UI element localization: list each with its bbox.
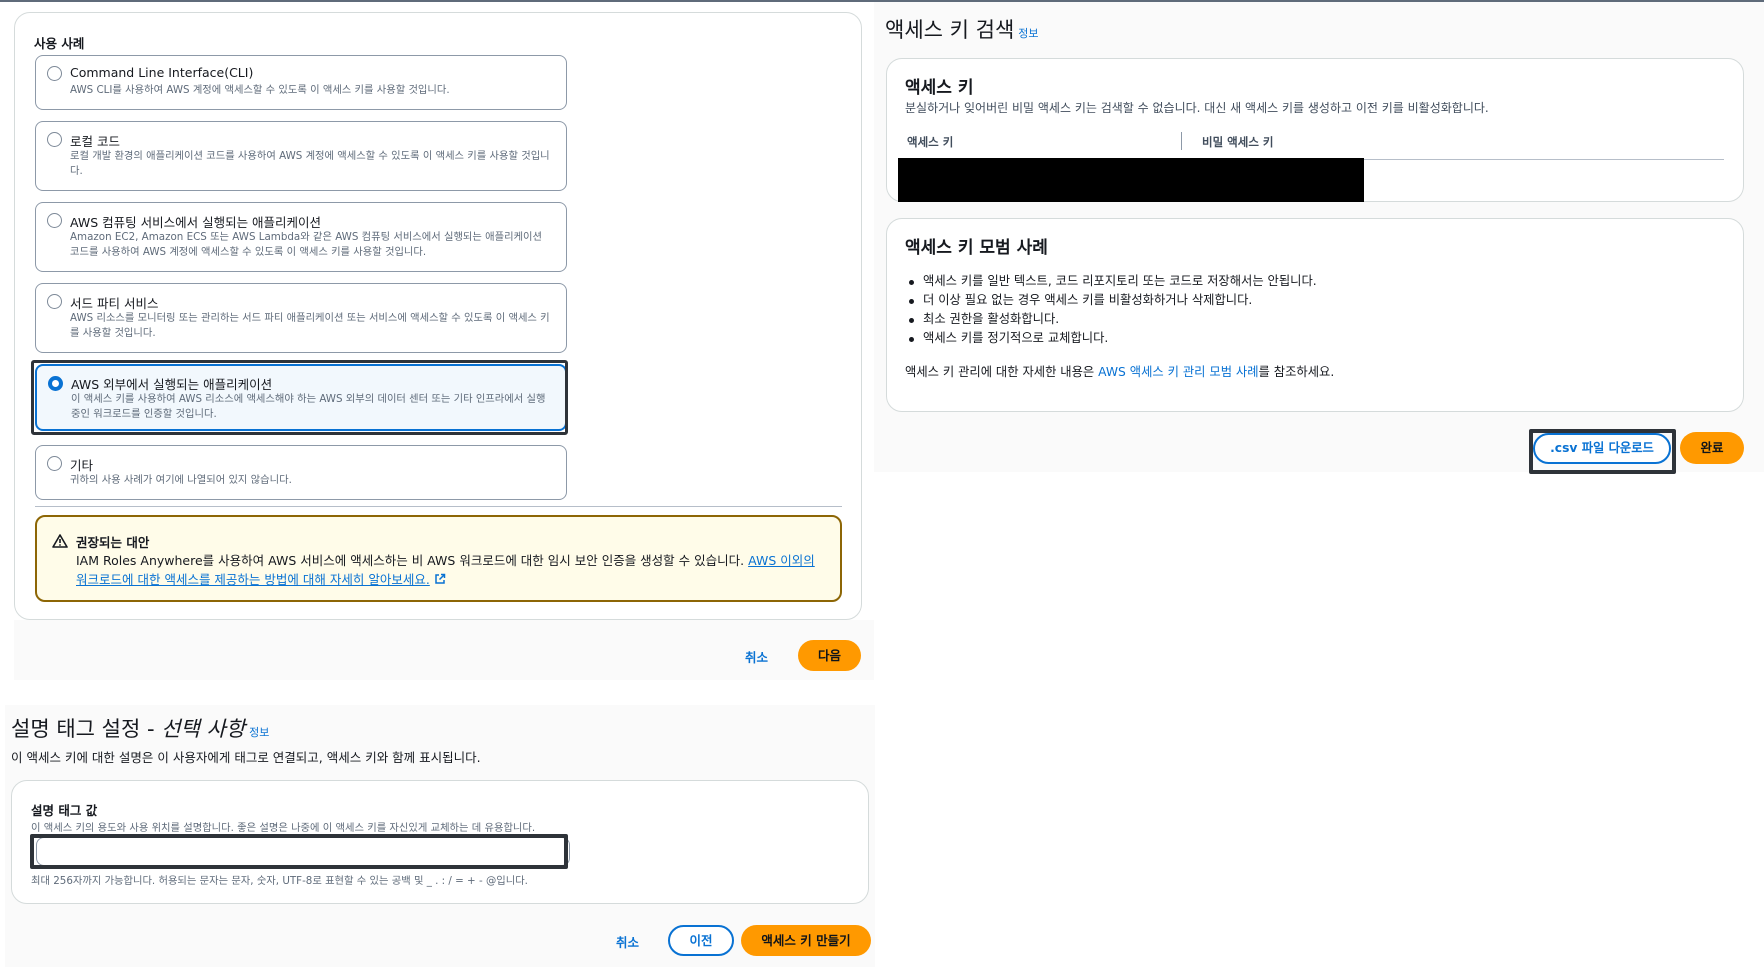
list-item: 액세스 키를 일반 텍스트, 코드 리포지토리 또는 코드로 저장해서는 안됩니… (908, 272, 1708, 291)
use-case-option-cli[interactable]: Command Line Interface(CLI) AWS CLI를 사용하… (35, 55, 567, 110)
option-description: 로컬 개발 환경의 애플리케이션 코드를 사용하여 AWS 계정에 액세스할 수… (70, 150, 550, 177)
redacted-key-values (898, 158, 1364, 202)
best-practices-link[interactable]: AWS 액세스 키 관리 모범 사례 (1098, 365, 1258, 379)
cancel-button[interactable]: 취소 (745, 647, 768, 666)
note-prefix: 액세스 키 관리에 대한 자세한 내용은 (905, 365, 1099, 379)
option-title: 서드 파티 서비스 (70, 296, 159, 311)
radio-button[interactable] (47, 456, 62, 471)
option-title: 로컬 코드 (70, 134, 120, 149)
selection-highlight-frame (31, 360, 568, 435)
note-suffix: 를 참조하세요. (1258, 365, 1335, 379)
input-highlight-frame (30, 834, 568, 869)
list-item: 액세스 키를 정기적으로 교체합니다. (908, 329, 1708, 348)
divider (35, 506, 842, 507)
use-case-option-other[interactable]: 기타 귀하의 사용 사례가 여기에 나열되어 있지 않습니다. (35, 445, 567, 500)
download-csv-button[interactable]: .csv 파일 다운로드 (1533, 433, 1671, 464)
next-button[interactable]: 다음 (798, 640, 861, 671)
option-description: 귀하의 사용 사례가 여기에 나열되어 있지 않습니다. (70, 474, 292, 486)
option-description: AWS CLI를 사용하여 AWS 계정에 액세스할 수 있도록 이 액세스 키… (70, 84, 450, 96)
done-button[interactable]: 완료 (1680, 432, 1744, 464)
radio-button[interactable] (47, 213, 62, 228)
external-link-icon[interactable] (434, 573, 446, 585)
heading-optional: 선택 사항 (161, 717, 246, 741)
column-header-access-key: 액세스 키 (907, 135, 954, 149)
option-description: Amazon EC2, Amazon ECS 또는 AWS Lambda와 같은… (70, 231, 542, 258)
tag-value-constraint: 최대 256자까지 가능합니다. 허용되는 문자는 문자, 숫자, UTF-8로… (31, 875, 528, 887)
description-tag-subtitle: 이 액세스 키에 대한 설명은 이 사용자에게 태그로 연결되고, 액세스 키와… (11, 750, 481, 765)
retrieve-keys-heading: 액세스 키 검색 정보 (885, 14, 1039, 44)
info-link[interactable]: 정보 (1018, 27, 1038, 40)
list-item: 더 이상 필요 없는 경우 액세스 키를 비활성화하거나 삭제합니다. (908, 291, 1708, 310)
option-title: 기타 (70, 458, 94, 473)
option-description: AWS 리소스를 모니터링 또는 관리하는 서드 파티 애플리케이션 또는 서비… (70, 312, 550, 339)
option-title: AWS 컴퓨팅 서비스에서 실행되는 애플리케이션 (70, 215, 322, 230)
radio-button[interactable] (47, 132, 62, 147)
best-practices-list: 액세스 키를 일반 텍스트, 코드 리포지토리 또는 코드로 저장해서는 안됩니… (908, 272, 1708, 348)
recommended-alternative-alert: 권장되는 대안 IAM Roles Anywhere를 사용하여 AWS 서비스… (35, 515, 842, 602)
cancel-button[interactable]: 취소 (616, 932, 639, 951)
use-case-option-aws-compute[interactable]: AWS 컴퓨팅 서비스에서 실행되는 애플리케이션 Amazon EC2, Am… (35, 202, 567, 272)
tag-value-help: 이 액세스 키의 용도와 사용 위치를 설명합니다. 좋은 설명은 나중에 이 … (31, 822, 536, 834)
info-link[interactable]: 정보 (249, 726, 269, 739)
column-separator (1181, 132, 1182, 150)
warning-icon (52, 534, 68, 548)
use-case-option-local-code[interactable]: 로컬 코드 로컬 개발 환경의 애플리케이션 코드를 사용하여 AWS 계정에 … (35, 121, 567, 191)
create-access-key-button[interactable]: 액세스 키 만들기 (741, 925, 871, 956)
option-title: Command Line Interface(CLI) (70, 65, 254, 80)
radio-button[interactable] (47, 66, 62, 81)
heading-text: 설명 태그 설정 - (11, 717, 162, 741)
alert-title: 권장되는 대안 (76, 535, 150, 550)
use-case-option-third-party[interactable]: 서드 파티 서비스 AWS 리소스를 모니터링 또는 관리하는 서드 파티 애플… (35, 283, 567, 353)
list-item: 최소 권한을 활성화합니다. (908, 310, 1708, 329)
column-header-secret-key: 비밀 액세스 키 (1202, 135, 1274, 149)
description-tag-heading: 설명 태그 설정 - 선택 사항 정보 (11, 713, 269, 743)
radio-button[interactable] (47, 294, 62, 309)
tag-value-label: 설명 태그 값 (31, 803, 98, 818)
access-key-subtitle: 분실하거나 잊어버린 비밀 액세스 키는 검색할 수 없습니다. 대신 새 액세… (905, 101, 1489, 115)
alert-text: IAM Roles Anywhere를 사용하여 AWS 서비스에 액세스하는 … (76, 553, 745, 568)
best-practices-title: 액세스 키 모범 사례 (905, 238, 1048, 258)
alert-body: IAM Roles Anywhere를 사용하여 AWS 서비스에 액세스하는 … (76, 551, 816, 589)
best-practices-note: 액세스 키 관리에 대한 자세한 내용은 AWS 액세스 키 관리 모범 사례를… (905, 362, 1334, 380)
previous-button[interactable]: 이전 (668, 925, 734, 956)
use-case-label: 사용 사례 (34, 36, 85, 51)
heading-text: 액세스 키 검색 (885, 18, 1015, 42)
access-key-title: 액세스 키 (905, 78, 974, 98)
